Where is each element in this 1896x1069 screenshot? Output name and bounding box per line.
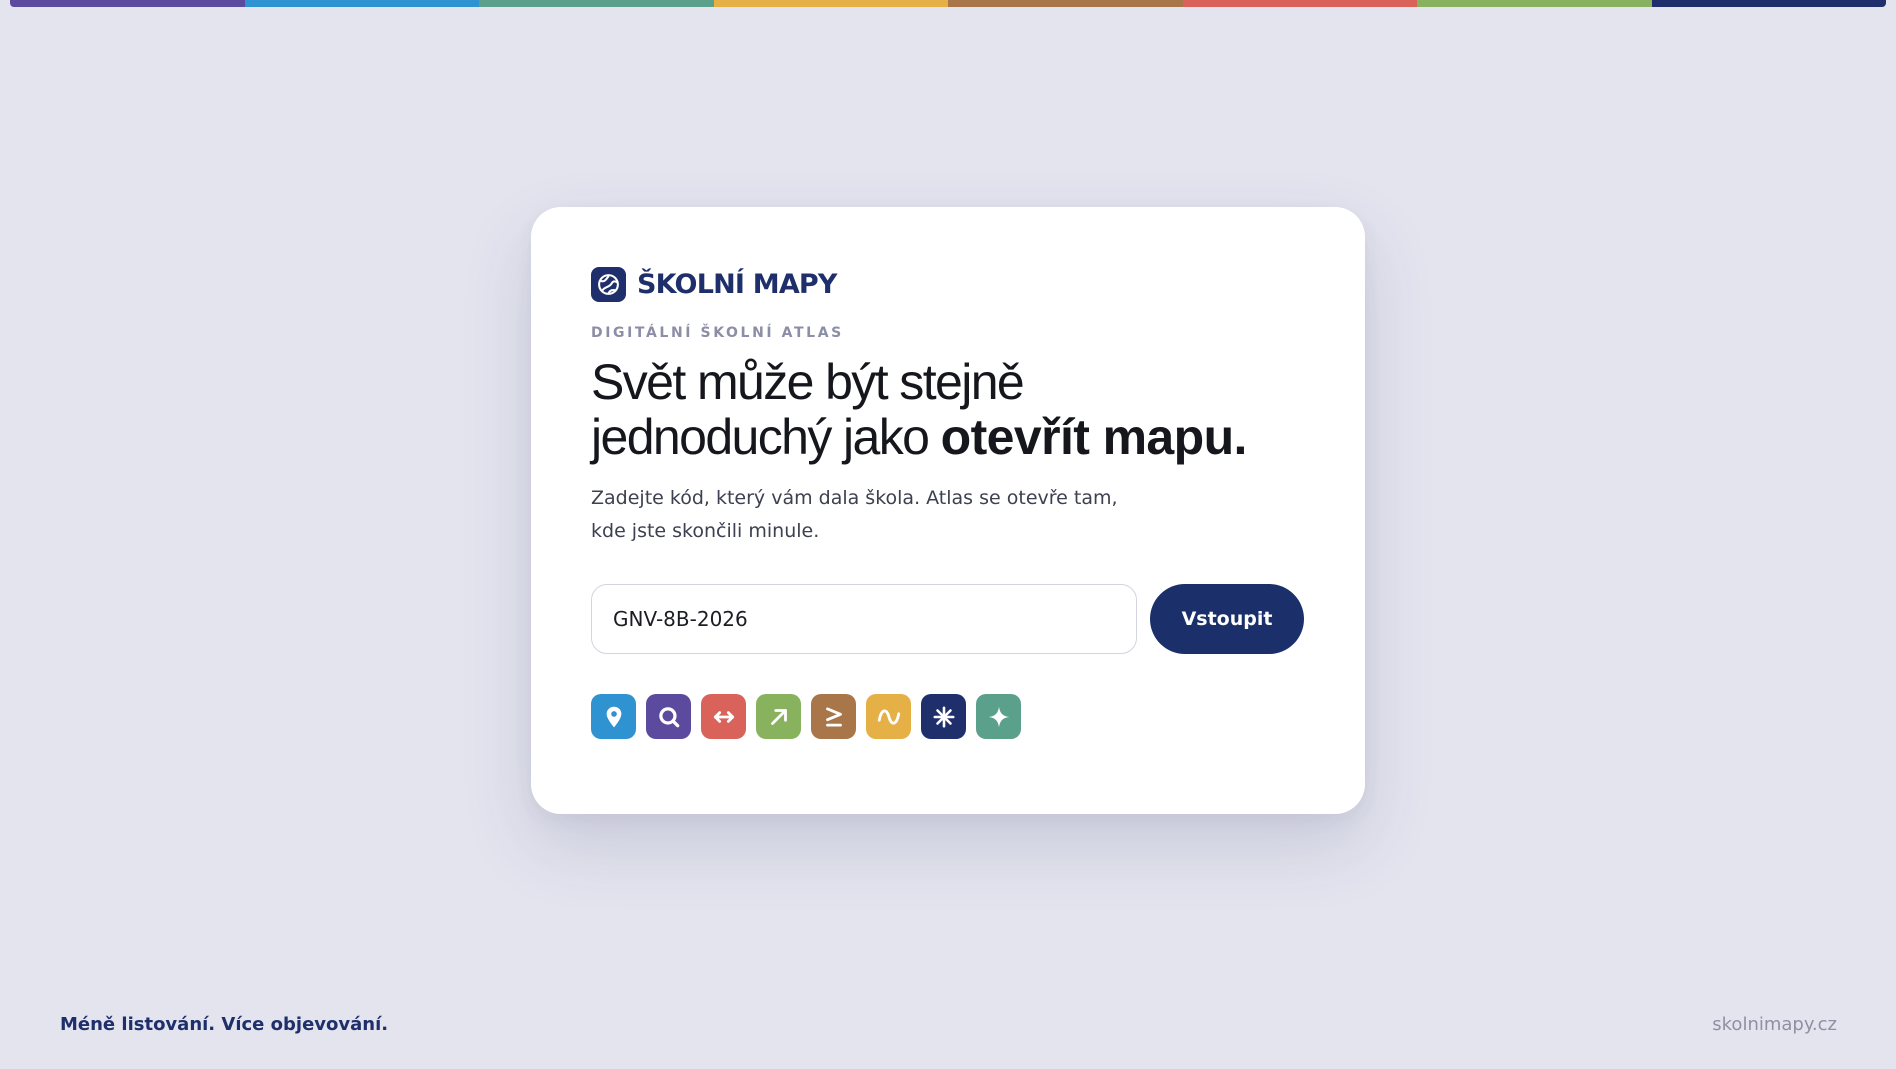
asterisk-icon bbox=[921, 694, 966, 739]
class-code-input[interactable] bbox=[591, 584, 1137, 654]
top-bar-segment bbox=[10, 0, 245, 7]
top-bar-segment bbox=[1417, 0, 1652, 7]
page-title: Svět může být stejně jednoduchý jako ote… bbox=[591, 355, 1305, 465]
top-color-bar bbox=[10, 0, 1886, 7]
top-bar-segment bbox=[244, 0, 479, 7]
code-form: Vstoupit bbox=[591, 584, 1305, 654]
description-text: Zadejte kód, který vám dala škola. Atlas… bbox=[591, 487, 1118, 542]
enter-button[interactable]: Vstoupit bbox=[1150, 584, 1304, 654]
top-bar-segment bbox=[713, 0, 948, 7]
greater-equal-icon bbox=[811, 694, 856, 739]
top-bar-segment bbox=[479, 0, 714, 7]
top-bar-segment bbox=[1651, 0, 1886, 7]
search-icon bbox=[646, 694, 691, 739]
measure-distance-icon bbox=[701, 694, 746, 739]
footer-tagline: Méně listování. Více objevování. bbox=[60, 1014, 389, 1035]
sparkle-icon bbox=[976, 694, 1021, 739]
wave-icon bbox=[866, 694, 911, 739]
top-bar-segment bbox=[948, 0, 1183, 7]
headline-emphasis: otevřít mapu. bbox=[940, 409, 1248, 465]
headline-line-2: jednoduchý jako bbox=[591, 409, 941, 465]
arrow-up-right-icon bbox=[756, 694, 801, 739]
globe-icon bbox=[591, 266, 626, 302]
login-card: ŠKOLNÍ MAPY DIGITÁLNÍ ŠKOLNÍ ATLAS Svět … bbox=[531, 207, 1365, 814]
headline-line-1: Svět může být stejně bbox=[591, 354, 1025, 410]
eyebrow-label: DIGITÁLNÍ ŠKOLNÍ ATLAS bbox=[591, 325, 844, 341]
brand-name: ŠKOLNÍ MAPY bbox=[637, 268, 837, 300]
location-pin-icon bbox=[591, 694, 636, 739]
top-bar-segment bbox=[1182, 0, 1417, 7]
footer-domain: skolnimapy.cz bbox=[1712, 1014, 1837, 1035]
tool-icons bbox=[591, 694, 1305, 739]
brand: ŠKOLNÍ MAPY bbox=[591, 266, 1305, 302]
